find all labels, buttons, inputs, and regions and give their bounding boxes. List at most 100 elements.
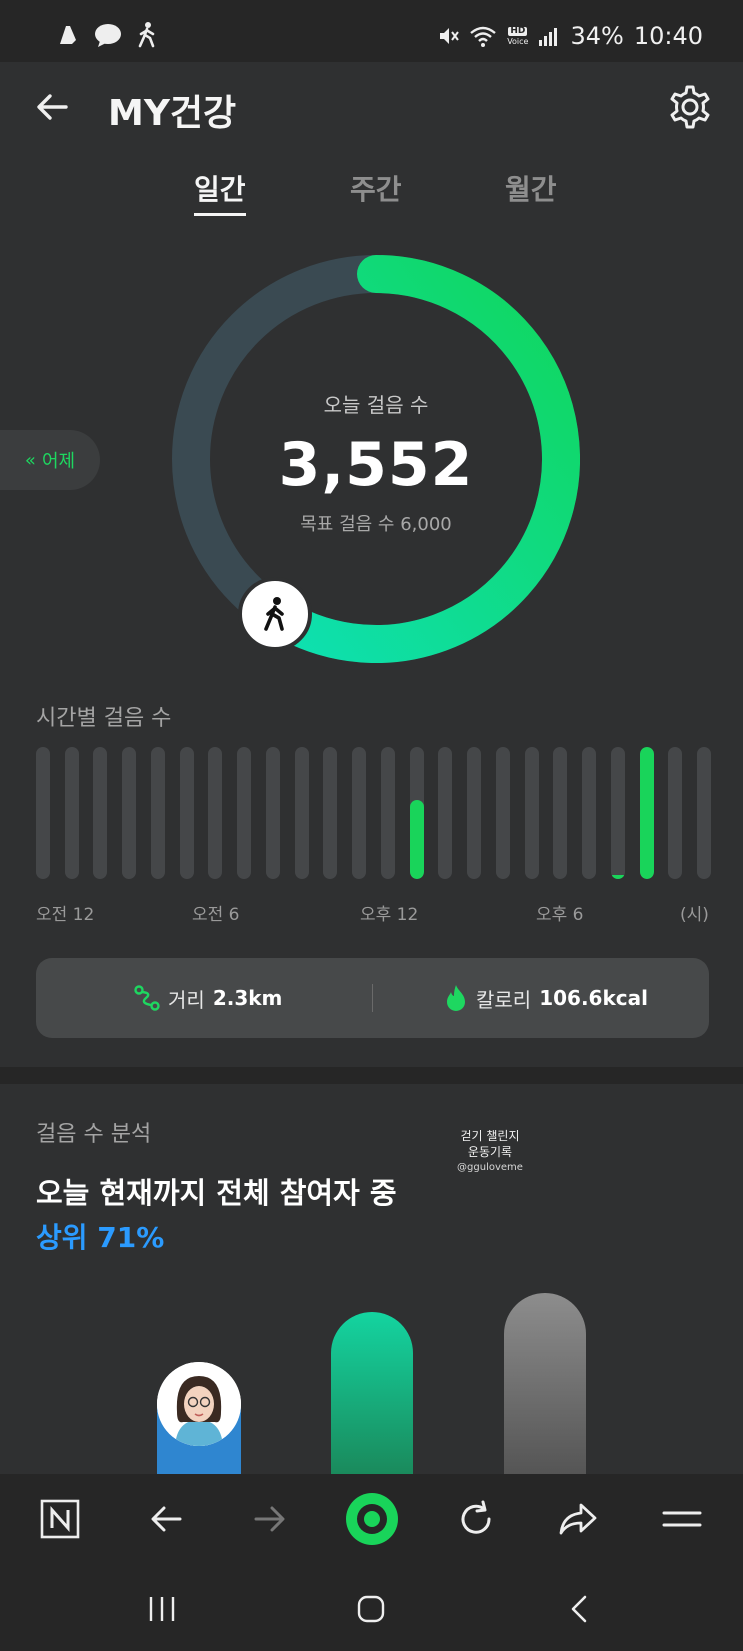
hd-label: HD [508,25,528,36]
avatar-face-icon [157,1362,241,1446]
watermark-line-1: 걷기 챌린지 [460,1129,520,1143]
hourly-steps-title: 시간별 걸음 수 [36,706,172,731]
signal-icon [539,28,558,46]
step-count: 3,552 [278,429,474,500]
hour-bar-fill [409,799,424,879]
clock-text: 10:40 [633,22,703,50]
home-icon[interactable] [346,1584,396,1634]
hour-bar [553,747,568,879]
back-arrow-icon[interactable] [32,87,72,127]
hour-bar [265,747,280,879]
double-chevron-left-icon: « [24,449,36,471]
axis-label-6pm: 오후 6 [536,905,584,925]
hour-bar [352,747,367,879]
axis-unit-label: (시) [680,905,709,925]
wifi-icon [470,26,496,47]
back-icon[interactable] [554,1584,604,1634]
distance-label: 거리 [168,987,205,1012]
calorie-value: 106.6kcal [539,986,648,1010]
axis-label-noon: 오후 12 [360,905,419,925]
average-steps-bar [331,1312,413,1474]
step-goal: 목표 걸음 수 6,000 [300,513,452,535]
today-steps-label: 오늘 걸음 수 [323,392,429,417]
mute-icon [440,28,459,44]
voice-label: Voice [507,36,529,46]
system-nav-bar [0,1564,743,1651]
distance-value: 2.3km [212,986,283,1010]
tab-weekly[interactable]: 주간 [350,168,402,208]
walking-icon [138,22,155,48]
stats-card: 거리 2.3km 칼로리 106.6kcal [36,958,709,1038]
hour-bar [524,747,539,879]
back-arrow-icon[interactable] [138,1491,194,1547]
hour-bar [36,747,50,879]
menu-icon[interactable] [654,1491,710,1547]
status-left-icons [56,22,158,48]
hour-bar [237,747,252,879]
notification-app-icon [60,26,76,44]
route-icon [134,985,160,1011]
hour-bar [438,747,453,879]
walker-badge [238,577,312,651]
calorie-stat: 칼로리 106.6kcal [444,958,648,1038]
hour-bar-fill [610,875,625,879]
tab-daily[interactable]: 일간 [194,168,246,216]
gear-icon[interactable] [667,84,713,130]
app-bar: MY건강 [0,62,743,152]
walking-person-icon [264,597,284,631]
analysis-rank: 상위 71% [36,1221,165,1254]
hourly-bar-chart [36,747,711,879]
watermark-line-3: @ggulovemе [457,1162,523,1173]
distance-stat: 거리 2.3km [134,958,282,1038]
status-right-area: HD Voice 34% 10:40 [437,22,703,50]
hour-bar [179,747,194,879]
forward-arrow-icon[interactable] [242,1491,298,1547]
section-divider [0,1067,743,1084]
step-progress-ring: 오늘 걸음 수 3,552 목표 걸음 수 6,000 [172,255,580,663]
share-icon[interactable] [550,1491,606,1547]
hour-bar [64,747,79,879]
stats-divider [372,984,373,1012]
status-bar: HD Voice 34% 10:40 [0,0,743,62]
hour-bar [294,747,309,879]
chat-bubble-icon [95,24,121,47]
refresh-icon[interactable] [448,1491,504,1547]
hour-bar [639,747,654,879]
hour-bar [122,747,137,879]
green-dot-home-icon[interactable] [344,1491,400,1547]
tab-monthly[interactable]: 월간 [505,168,557,208]
top-steps-bar [504,1293,586,1474]
hour-bar [582,747,597,879]
hour-bar [323,747,338,879]
analysis-main-text: 오늘 현재까지 전체 참여자 중 [36,1176,397,1210]
hour-bar [610,747,625,879]
page-title: MY건강 [108,93,237,134]
hour-bar [150,747,165,879]
hour-bar [93,747,108,879]
analysis-title: 걸음 수 분석 [36,1122,152,1147]
yesterday-label: 어제 [41,451,76,472]
naver-n-icon[interactable] [32,1491,88,1547]
volte-icon: HD Voice [507,25,529,46]
watermark: 걷기 챌린지 운동기록 @ggulovemе [440,1128,540,1176]
axis-label-6am: 오전 6 [192,905,240,925]
hour-bar [380,747,395,879]
ring-center: 오늘 걸음 수 3,552 목표 걸음 수 6,000 [172,255,580,663]
hour-bar [409,747,424,879]
axis-label-midnight: 오전 12 [36,905,95,925]
battery-text: 34% [570,22,624,50]
flame-icon [447,985,465,1011]
recent-apps-icon[interactable] [137,1584,187,1634]
browser-toolbar [0,1474,743,1564]
hour-bar [208,747,223,879]
yesterday-button[interactable]: « 어제 [0,430,100,490]
calorie-label: 칼로리 [476,987,532,1012]
period-tabs: 일간 주간 월간 [0,168,743,218]
hour-bar [467,747,482,879]
avatar [157,1362,241,1446]
hour-bar [495,747,510,879]
hour-bar-fill [639,747,654,879]
hour-bar [668,747,683,879]
watermark-line-2: 운동기록 [467,1145,513,1159]
hour-bar [697,747,711,879]
